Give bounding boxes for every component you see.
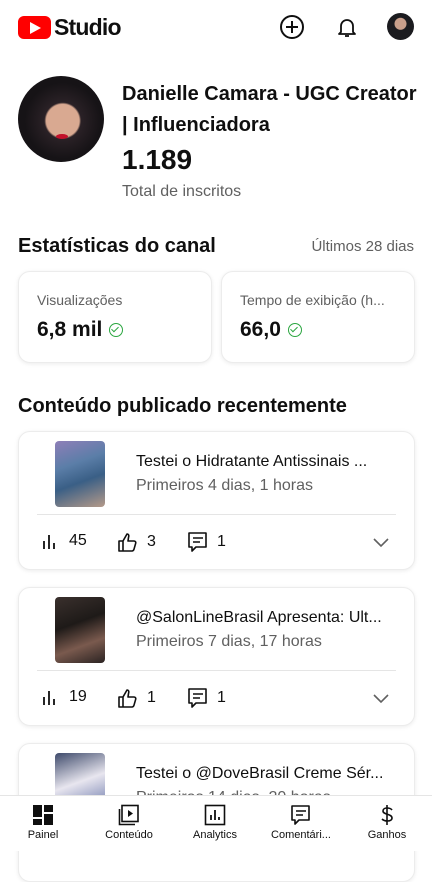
views-metric: 19 xyxy=(41,688,87,706)
create-icon[interactable] xyxy=(279,14,305,40)
stats-period[interactable]: Últimos 28 dias xyxy=(311,238,414,255)
divider xyxy=(37,670,396,671)
nav-item-comentarios[interactable]: Comentári... xyxy=(258,796,344,851)
stat-value: 6,8 mil xyxy=(37,318,124,342)
earn-icon xyxy=(381,805,393,825)
views-bar-icon xyxy=(43,535,55,549)
analytics-icon xyxy=(204,804,226,826)
video-meta: Primeiros 7 dias, 17 horas xyxy=(136,633,322,650)
check-circle-icon xyxy=(109,323,124,337)
channel-stats-title: Estatísticas do canal xyxy=(18,235,216,257)
top-bar: Studio xyxy=(0,0,432,56)
studio-logo[interactable]: Studio xyxy=(18,14,122,41)
video-title[interactable]: Testei o @DoveBrasil Creme Sér... xyxy=(136,765,396,783)
comments-metric: 1 xyxy=(187,687,226,709)
comment-icon xyxy=(188,688,207,708)
video-meta: Primeiros 4 dias, 1 horas xyxy=(136,477,313,494)
video-thumbnail[interactable] xyxy=(55,597,105,663)
video-card[interactable]: @SalonLineBrasil Apresenta: Ult... Prime… xyxy=(18,587,415,726)
dashboard-icon xyxy=(33,805,53,825)
logo-text: Studio xyxy=(54,14,122,40)
divider xyxy=(37,514,396,515)
stat-label: Tempo de exibição (h... xyxy=(240,292,385,308)
nav-label: Analytics xyxy=(192,829,238,841)
views-metric: 45 xyxy=(41,532,87,550)
notifications-icon[interactable] xyxy=(334,14,360,40)
comment-icon xyxy=(188,532,207,552)
nav-label: Ganhos xyxy=(367,829,407,841)
recent-content-title: Conteúdo publicado recentemente xyxy=(18,395,347,417)
video-title[interactable]: Testei o Hidratante Antissinais ... xyxy=(136,453,396,471)
check-circle-icon xyxy=(287,323,302,337)
video-title[interactable]: @SalonLineBrasil Apresenta: Ult... xyxy=(136,609,396,627)
youtube-logo-icon xyxy=(18,16,51,39)
subscriber-label: Total de inscritos xyxy=(122,183,242,200)
video-card[interactable]: Testei o Hidratante Antissinais ... Prim… xyxy=(18,431,415,570)
nav-item-ganhos[interactable]: Ganhos xyxy=(344,796,430,851)
channel-name: Danielle Camara - UGC Creator | Influenc… xyxy=(122,83,417,136)
likes-metric: 3 xyxy=(117,532,156,552)
account-avatar[interactable] xyxy=(387,13,414,40)
channel-avatar[interactable] xyxy=(18,76,104,162)
stat-card-watch-time[interactable]: Tempo de exibição (h... 66,0 xyxy=(221,271,415,363)
nav-item-painel[interactable]: Painel xyxy=(0,796,86,851)
subscriber-count: 1.189 xyxy=(122,144,193,175)
stat-value: 66,0 xyxy=(240,318,302,342)
thumbs-up-icon xyxy=(118,533,137,552)
chevron-down-icon[interactable] xyxy=(372,536,390,548)
stat-label: Visualizações xyxy=(37,292,123,308)
comments-icon xyxy=(291,805,310,825)
bottom-navigation: Painel Conteúdo Analytics Comentári... G… xyxy=(0,795,432,851)
comments-metric: 1 xyxy=(187,531,226,553)
video-thumbnail[interactable] xyxy=(55,441,105,507)
nav-item-conteudo[interactable]: Conteúdo xyxy=(86,796,172,851)
nav-item-analytics[interactable]: Analytics xyxy=(172,796,258,851)
nav-label: Conteúdo xyxy=(105,829,153,841)
chevron-down-icon[interactable] xyxy=(372,692,390,704)
stat-card-views[interactable]: Visualizações 6,8 mil xyxy=(18,271,212,363)
nav-label: Painel xyxy=(27,829,59,841)
views-bar-icon xyxy=(43,691,55,705)
content-icon xyxy=(118,804,139,826)
nav-label: Comentári... xyxy=(271,829,331,841)
thumbs-up-icon xyxy=(118,689,137,708)
likes-metric: 1 xyxy=(117,688,156,708)
